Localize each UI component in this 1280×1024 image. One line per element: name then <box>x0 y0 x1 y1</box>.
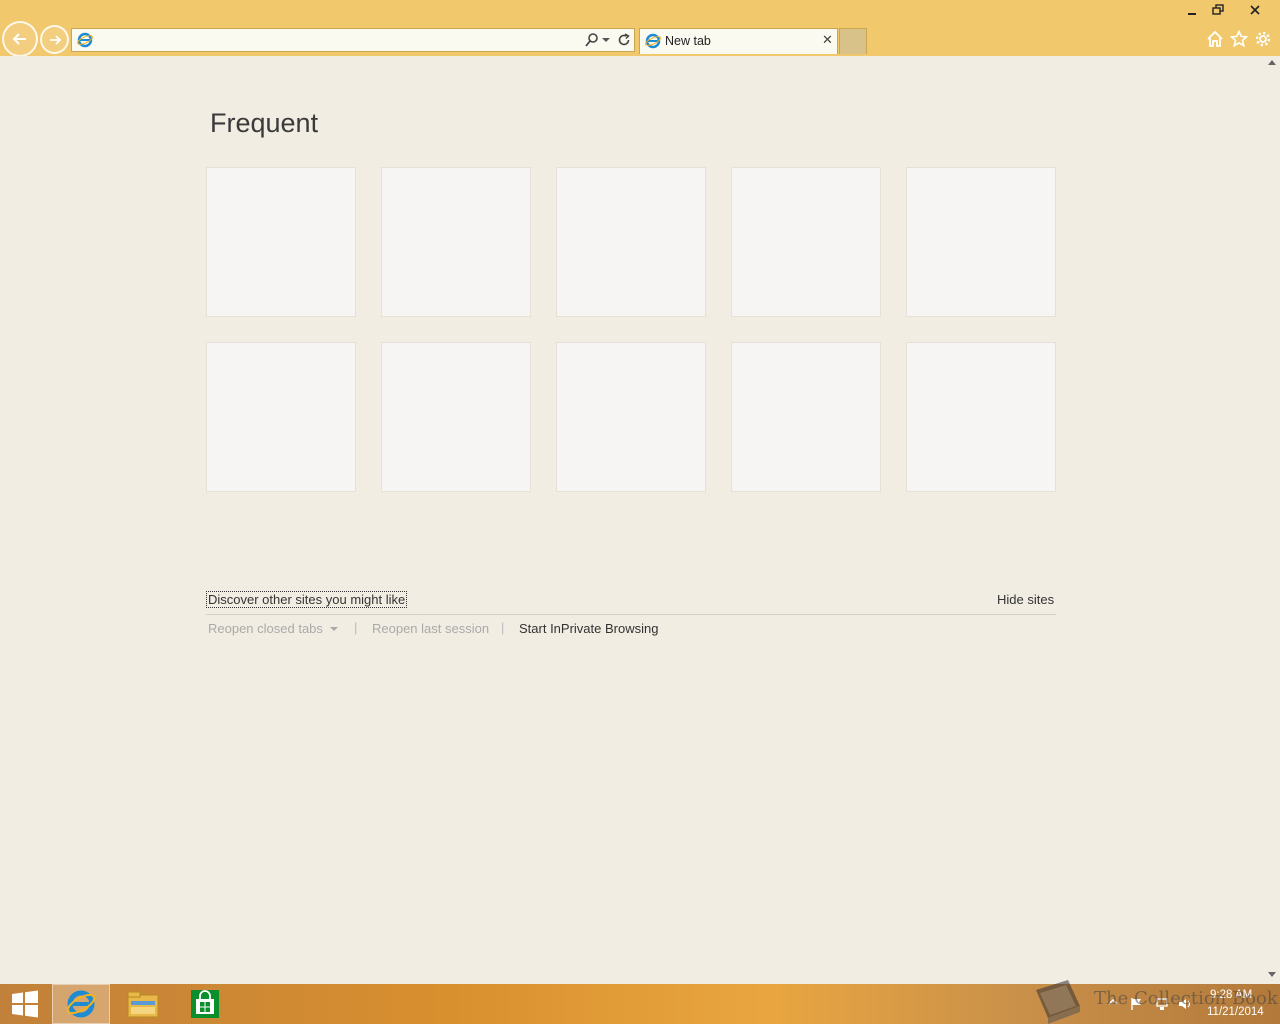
scroll-up-icon[interactable] <box>1268 60 1276 65</box>
start-icon <box>12 990 38 1018</box>
search-dropdown-icon[interactable] <box>602 38 610 42</box>
refresh-icon[interactable] <box>616 32 632 48</box>
start-inprivate-link[interactable]: Start InPrivate Browsing <box>519 621 658 636</box>
browser-chrome: New tab ✕ <box>0 0 1280 57</box>
restore-icon <box>1212 4 1224 15</box>
separator: | <box>354 620 358 635</box>
address-input[interactable] <box>98 31 578 49</box>
forward-button[interactable] <box>40 25 69 54</box>
frequent-tile[interactable] <box>381 167 531 317</box>
tab-close-icon[interactable]: ✕ <box>822 33 833 49</box>
frequent-tile[interactable] <box>906 342 1056 492</box>
home-icon[interactable] <box>1206 30 1224 48</box>
reopen-last-session-link[interactable]: Reopen last session <box>372 621 489 636</box>
restore-button[interactable] <box>1205 0 1231 20</box>
file-explorer-icon <box>127 991 159 1018</box>
new-tab-page: Frequent Discover other sites you might … <box>0 56 1264 984</box>
frequent-tile[interactable] <box>731 342 881 492</box>
frequent-tile[interactable] <box>906 167 1056 317</box>
gear-icon[interactable] <box>1254 30 1272 48</box>
taskbar-store[interactable] <box>176 984 234 1024</box>
tab-label: New tab <box>665 34 711 48</box>
ie-icon <box>645 33 661 49</box>
chevron-down-icon[interactable] <box>330 627 338 631</box>
frequent-tile[interactable] <box>556 342 706 492</box>
vertical-scrollbar[interactable] <box>1264 56 1280 984</box>
frequent-tile[interactable] <box>206 167 356 317</box>
minimize-icon <box>1188 13 1196 15</box>
new-tab-button[interactable] <box>839 28 867 54</box>
book-icon <box>1036 980 1080 1024</box>
frequent-tile[interactable] <box>381 342 531 492</box>
start-button[interactable] <box>0 984 50 1024</box>
hide-sites-link[interactable]: Hide sites <box>997 592 1054 607</box>
minimize-button[interactable] <box>1179 0 1205 20</box>
forward-arrow-icon <box>49 34 61 45</box>
watermark: The Collection Book <box>1030 976 1280 1024</box>
section-title: Frequent <box>210 108 319 138</box>
address-bar[interactable] <box>71 28 635 52</box>
tab-new-tab[interactable]: New tab ✕ <box>639 28 838 54</box>
back-arrow-icon <box>12 33 26 45</box>
frequent-tile[interactable] <box>206 342 356 492</box>
frequent-tile[interactable] <box>731 167 881 317</box>
discover-sites-link[interactable]: Discover other sites you might like <box>206 591 408 608</box>
internet-explorer-icon <box>66 990 96 1018</box>
taskbar-file-explorer[interactable] <box>114 984 172 1024</box>
ie-icon <box>77 32 93 48</box>
close-icon <box>1249 5 1260 15</box>
separator: | <box>501 620 505 635</box>
search-icon[interactable] <box>584 32 600 48</box>
favorites-star-icon[interactable] <box>1230 30 1248 48</box>
taskbar-internet-explorer[interactable] <box>52 984 110 1024</box>
back-button[interactable] <box>2 21 38 57</box>
watermark-text: The Collection Book <box>1094 988 1278 1009</box>
reopen-closed-tabs-link[interactable]: Reopen closed tabs <box>208 621 323 636</box>
divider <box>206 614 1056 615</box>
frequent-tile[interactable] <box>556 167 706 317</box>
close-window-button[interactable] <box>1231 0 1278 20</box>
store-icon <box>191 990 219 1018</box>
